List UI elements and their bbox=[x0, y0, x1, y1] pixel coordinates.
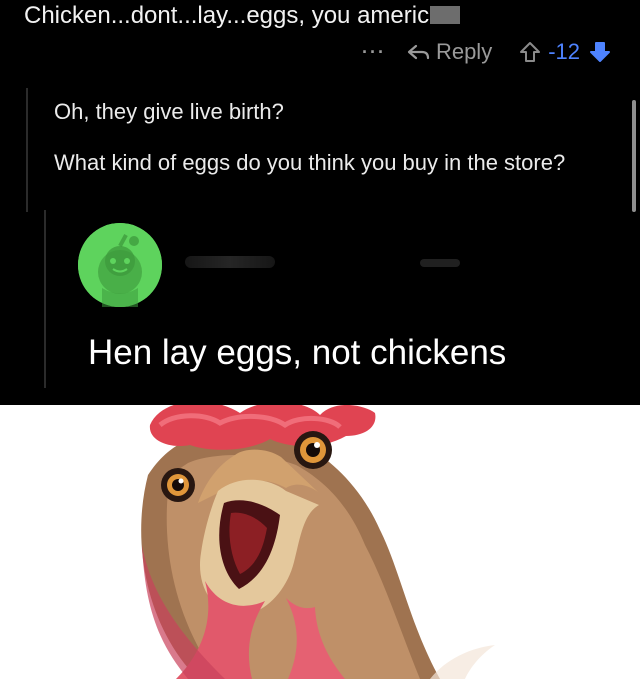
parent-comment-text: Chicken...dont...lay...eggs, you americ bbox=[24, 2, 461, 30]
reply-button[interactable]: Reply bbox=[406, 39, 492, 65]
nested-thread-line bbox=[44, 210, 46, 388]
thread-line bbox=[26, 88, 28, 212]
downvote-arrow-icon[interactable] bbox=[588, 40, 612, 64]
screaming-chicken-illustration bbox=[0, 405, 640, 679]
avatar bbox=[78, 223, 162, 307]
reddit-comment-screenshot: Chicken...dont...lay...eggs, you americ … bbox=[0, 0, 640, 405]
vote-score: -12 bbox=[548, 39, 580, 64]
scrollbar[interactable] bbox=[632, 100, 636, 212]
parent-comment-body: Chicken...dont...lay...eggs, you americ bbox=[24, 2, 430, 29]
snoo-avatar-icon bbox=[78, 223, 162, 307]
comment-actions: ··· Reply -12 bbox=[362, 38, 612, 66]
obscured-username bbox=[185, 256, 275, 268]
reply-arrow-icon bbox=[407, 44, 430, 60]
quoted-comment-text: Hen lay eggs, not chickens bbox=[88, 333, 507, 372]
chicken-image bbox=[0, 405, 640, 679]
vote-controls: -12 bbox=[518, 39, 612, 65]
upvote-arrow-icon[interactable] bbox=[518, 40, 542, 64]
reply-line-1: Oh, they give live birth? bbox=[54, 99, 284, 124]
reply-label: Reply bbox=[435, 39, 493, 64]
more-dots-icon[interactable]: ··· bbox=[362, 42, 386, 63]
obscured-meta bbox=[420, 259, 460, 267]
reply-line-2: What kind of eggs do you think you buy i… bbox=[54, 150, 566, 175]
redaction-mark bbox=[430, 6, 461, 24]
